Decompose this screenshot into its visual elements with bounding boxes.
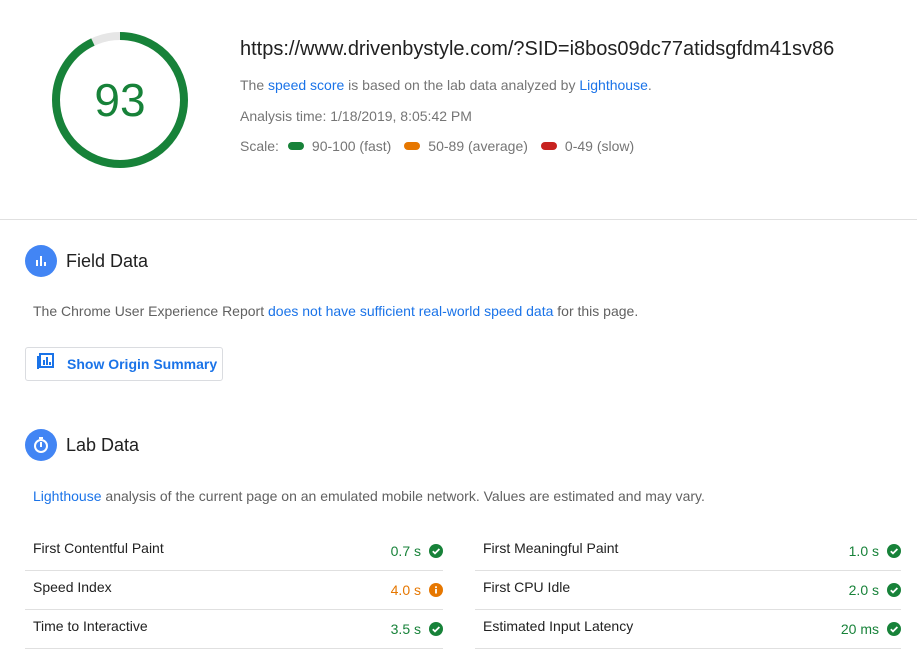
score-scale: Scale: 90-100 (fast) 50-89 (average) 0-4… bbox=[240, 138, 638, 154]
field-text-suffix: for this page. bbox=[553, 303, 639, 319]
lab-data-title: Lab Data bbox=[66, 434, 140, 455]
average-info-icon bbox=[429, 583, 443, 597]
summary-prefix: The bbox=[240, 77, 269, 93]
pass-check-icon bbox=[429, 622, 443, 636]
metric-row: First Contentful Paint 0.7 s bbox=[25, 532, 443, 571]
show-origin-summary-label: Show Origin Summary bbox=[67, 356, 218, 372]
metric-value: 0.7 s bbox=[390, 543, 421, 559]
scale-slow: 0-49 (slow) bbox=[532, 138, 634, 154]
slow-pill-icon bbox=[540, 142, 557, 150]
field-data-header: Field Data bbox=[25, 245, 148, 277]
metric-row: First CPU Idle 2.0 s bbox=[475, 571, 901, 610]
metric-row: Time to Interactive 3.5 s bbox=[25, 610, 443, 649]
metric-label: Time to Interactive bbox=[33, 618, 148, 634]
page-url: https://www.drivenbystyle.com/?SID=i8bos… bbox=[240, 38, 835, 60]
scale-average-label: 50-89 (average) bbox=[428, 138, 528, 154]
scale-fast: 90-100 (fast) bbox=[279, 138, 391, 154]
scale-average: 50-89 (average) bbox=[395, 138, 528, 154]
metric-value: 2.0 s bbox=[848, 582, 879, 598]
bar-chart-icon bbox=[25, 245, 57, 277]
metric-row: First Meaningful Paint 1.0 s bbox=[475, 532, 901, 571]
metric-row: Estimated Input Latency 20 ms bbox=[475, 610, 901, 649]
metric-label: First Meaningful Paint bbox=[483, 540, 619, 556]
metrics-right-column: First Meaningful Paint 1.0 s First CPU I… bbox=[475, 532, 901, 649]
stopwatch-icon bbox=[25, 429, 57, 461]
metrics-left-column: First Contentful Paint 0.7 s Speed Index… bbox=[25, 532, 443, 649]
metric-value: 3.5 s bbox=[390, 621, 421, 637]
speed-score-link[interactable]: speed score bbox=[268, 77, 344, 93]
field-data-title: Field Data bbox=[66, 250, 149, 271]
fast-pill-icon bbox=[287, 142, 304, 150]
scale-fast-label: 90-100 (fast) bbox=[311, 138, 392, 154]
summary-suffix: . bbox=[647, 77, 652, 93]
metric-value: 1.0 s bbox=[848, 543, 879, 559]
field-data-description: The Chrome User Experience Report does n… bbox=[33, 303, 638, 319]
pass-check-icon bbox=[887, 622, 901, 636]
metric-row: Speed Index 4.0 s bbox=[25, 571, 443, 610]
score-summary: The speed score is based on the lab data… bbox=[240, 77, 652, 93]
metric-label: Speed Index bbox=[33, 579, 112, 595]
show-origin-summary-button[interactable]: Show Origin Summary bbox=[25, 347, 223, 381]
metric-label: Estimated Input Latency bbox=[483, 618, 634, 634]
lighthouse-link[interactable]: Lighthouse bbox=[579, 77, 648, 93]
section-divider bbox=[0, 219, 917, 220]
field-text-prefix: The Chrome User Experience Report bbox=[33, 303, 268, 319]
lab-data-header: Lab Data bbox=[25, 429, 139, 461]
insufficient-data-link[interactable]: does not have sufficient real-world spee… bbox=[268, 303, 553, 319]
average-pill-icon bbox=[404, 142, 421, 150]
metric-label: First CPU Idle bbox=[483, 579, 571, 595]
library-chart-icon bbox=[36, 352, 54, 376]
lab-text-suffix: analysis of the current page on an emula… bbox=[101, 488, 705, 504]
score-gauge: 93 bbox=[48, 28, 192, 172]
metric-value: 4.0 s bbox=[390, 582, 421, 598]
pass-check-icon bbox=[429, 544, 443, 558]
metric-value: 20 ms bbox=[840, 621, 879, 637]
pass-check-icon bbox=[887, 544, 901, 558]
scale-label: Scale: bbox=[240, 138, 279, 154]
score-value: 93 bbox=[94, 74, 146, 126]
metric-label: First Contentful Paint bbox=[33, 540, 164, 556]
lighthouse-analysis-link[interactable]: Lighthouse bbox=[33, 488, 102, 504]
summary-middle: is based on the lab data analyzed by bbox=[344, 77, 580, 93]
scale-slow-label: 0-49 (slow) bbox=[564, 138, 635, 154]
pass-check-icon bbox=[887, 583, 901, 597]
lab-data-description: Lighthouse analysis of the current page … bbox=[33, 488, 705, 504]
analysis-time: Analysis time: 1/18/2019, 8:05:42 PM bbox=[240, 108, 472, 124]
